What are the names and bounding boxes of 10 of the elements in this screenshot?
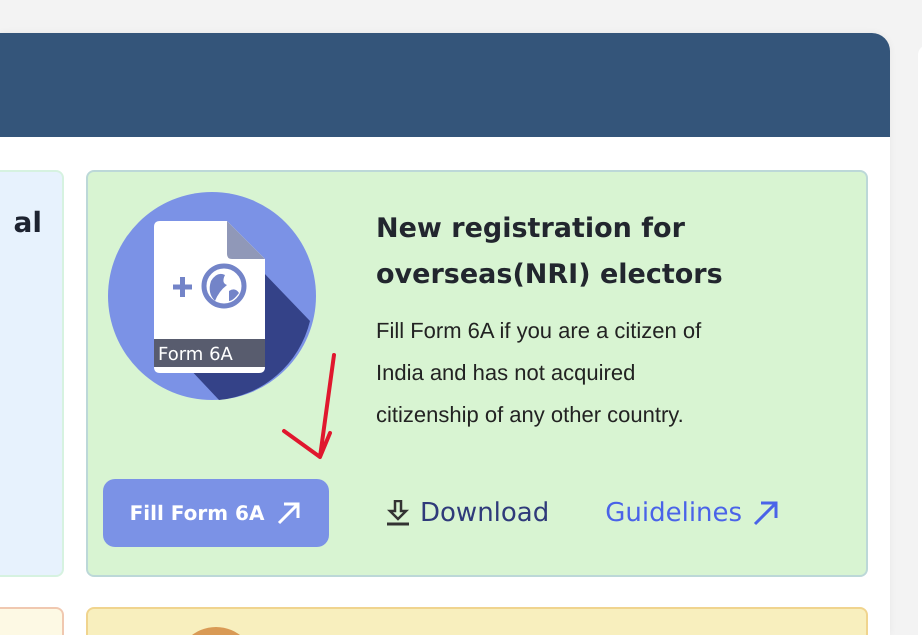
arrow-up-right-icon [276, 500, 302, 526]
form-label: Form 6A [158, 344, 233, 365]
guidelines-link[interactable]: Guidelines [605, 498, 780, 528]
download-icon [386, 500, 410, 526]
card-description: Fill Form 6A if you are a citizen of India and has not acquired citizenship of any other country. [376, 317, 702, 429]
fill-form-button[interactable]: Fill Form 6A [103, 479, 329, 547]
download-link[interactable]: Download [386, 498, 550, 528]
card-title: al [12, 206, 42, 239]
arrow-up-right-icon [752, 499, 780, 527]
card-title: New registration for overseas(NRI) electors [376, 212, 724, 292]
